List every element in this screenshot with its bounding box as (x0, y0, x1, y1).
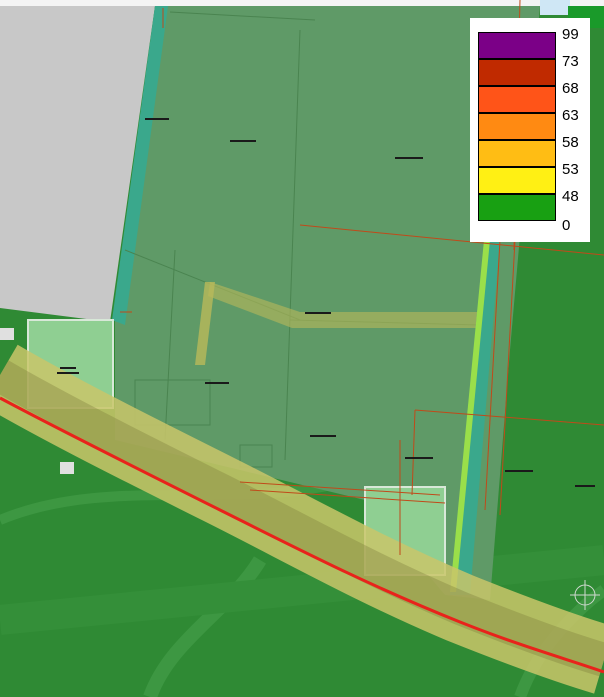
noise-legend: 99 73 68 63 58 53 48 0 (470, 18, 590, 242)
legend-label: 53 (562, 161, 579, 178)
structure-south (60, 462, 74, 474)
top-edge (0, 0, 604, 6)
legend-swatch (478, 140, 556, 167)
legend-swatch (478, 86, 556, 113)
legend-label: 68 (562, 80, 579, 97)
legend-row-0: 0 (470, 217, 590, 249)
legend-swatch (478, 32, 556, 59)
legend-swatch (478, 59, 556, 86)
legend-swatch (478, 167, 556, 194)
legend-label: 48 (562, 188, 579, 205)
water-patch (540, 0, 570, 15)
legend-label: 73 (562, 53, 579, 70)
map-view[interactable]: 99 73 68 63 58 53 48 0 (0, 0, 604, 697)
legend-swatch (478, 194, 556, 221)
legend-label: 0 (562, 217, 571, 234)
legend-label: 63 (562, 107, 579, 124)
structure-left (0, 328, 14, 340)
legend-swatch (478, 113, 556, 140)
legend-label: 58 (562, 134, 579, 151)
legend-label: 99 (562, 26, 579, 43)
